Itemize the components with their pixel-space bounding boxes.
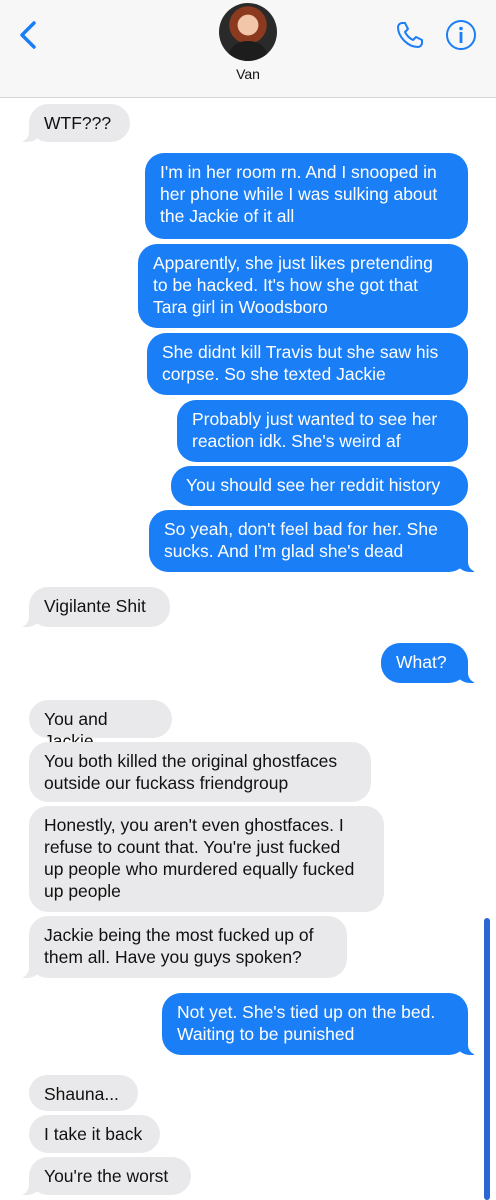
sent-message[interactable]: Not yet. She's tied up on the bed. Waiti… [162,993,480,1055]
received-message[interactable]: WTF??? [17,104,130,142]
sent-message[interactable]: So yeah, don't feel bad for her. She suc… [149,510,480,572]
contact-name[interactable]: Van [0,66,496,82]
conversation-header: Van [0,0,496,98]
phone-icon[interactable] [394,19,426,51]
received-message[interactable]: I take it back [29,1115,160,1153]
sent-message[interactable]: She didnt kill Travis but she saw his co… [147,333,468,395]
received-message[interactable]: You both killed the original ghostfaces … [29,742,371,802]
sent-message[interactable]: You should see her reddit history [171,466,468,506]
sent-message[interactable]: I'm in her room rn. And I snooped in her… [145,153,468,239]
sent-message[interactable]: What? [381,643,480,683]
received-message[interactable]: Jackie being the most fucked up of them … [17,916,347,978]
sent-message[interactable]: Probably just wanted to see her reaction… [177,400,468,462]
received-message[interactable]: Vigilante Shit [17,587,170,627]
received-message[interactable]: Shauna... [29,1075,138,1111]
chevron-left-icon[interactable] [14,18,44,52]
received-message[interactable]: Honestly, you aren't even ghostfaces. I … [29,806,384,912]
avatar[interactable] [219,3,277,61]
received-message[interactable]: You and Jackie [29,700,172,751]
scrollbar[interactable] [484,918,490,1200]
received-message[interactable]: You're the worst [17,1157,191,1195]
info-icon[interactable] [445,19,477,51]
sent-message[interactable]: Apparently, she just likes pretending to… [138,244,468,328]
